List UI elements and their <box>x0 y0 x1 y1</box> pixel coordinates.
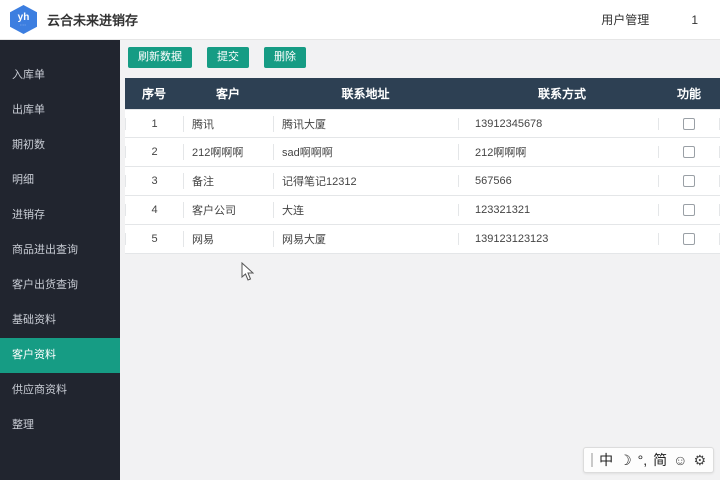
cell-phone: 13912345678 <box>458 118 658 130</box>
app-logo-icon: yh ::: <box>10 5 37 34</box>
sidebar-item-organize[interactable]: 整理 <box>0 408 120 443</box>
col-header-phone: 联系方式 <box>458 85 658 102</box>
sidebar-item-basic-data[interactable]: 基础资料 <box>0 303 120 338</box>
logo-text: yh <box>18 13 30 23</box>
sidebar-nav: 入库单 出库单 期初数 明细 进销存 商品进出查询 客户出货查询 基础资料 客户… <box>0 40 120 480</box>
table-row: 3 备注 记得笔记12312 567566 <box>125 167 720 196</box>
cell-address: 记得笔记12312 <box>273 173 458 189</box>
smiley-icon[interactable]: ☺ <box>673 453 687 467</box>
moon-icon[interactable]: ☽ <box>619 453 632 467</box>
table-row: 1 腾讯 腾讯大厦 13912345678 <box>125 109 720 138</box>
row-select-checkbox[interactable] <box>683 233 695 245</box>
app-title: 云合未来进销存 <box>47 10 138 29</box>
col-header-function: 功能 <box>658 85 720 102</box>
cell-address: 网易大厦 <box>273 231 458 247</box>
brand: yh ::: 云合未来进销存 <box>10 5 138 34</box>
col-header-seq: 序号 <box>125 85 183 102</box>
cell-phone: 139123123123 <box>458 233 658 245</box>
refresh-data-button[interactable]: 刷新数据 <box>128 47 192 68</box>
row-select-checkbox[interactable] <box>683 204 695 216</box>
row-select-checkbox[interactable] <box>683 175 695 187</box>
cell-seq: 3 <box>125 175 183 187</box>
sidebar-item-customer-data[interactable]: 客户资料 <box>0 338 120 373</box>
sidebar-item-supplier-data[interactable]: 供应商资料 <box>0 373 120 408</box>
sidebar-item-opening-balance[interactable]: 期初数 <box>0 128 120 163</box>
cell-address: sad啊啊啊 <box>273 144 458 160</box>
gear-icon[interactable]: ⚙ <box>693 453 706 467</box>
delete-button[interactable]: 删除 <box>264 47 306 68</box>
customer-table: 序号 客户 联系地址 联系方式 功能 1 腾讯 腾讯大厦 13912345678… <box>125 78 720 254</box>
sidebar-item-details[interactable]: 明细 <box>0 163 120 198</box>
submit-button[interactable]: 提交 <box>207 47 249 68</box>
toolbar: 刷新数据 提交 删除 <box>128 47 720 68</box>
row-select-checkbox[interactable] <box>683 146 695 158</box>
table-header-row: 序号 客户 联系地址 联系方式 功能 <box>125 78 720 109</box>
ime-language-mode[interactable]: 中 <box>599 453 613 467</box>
main-content: 刷新数据 提交 删除 序号 客户 联系地址 联系方式 功能 1 腾讯 腾讯大厦 … <box>120 40 720 480</box>
user-count[interactable]: 1 <box>691 13 698 27</box>
top-header: yh ::: 云合未来进销存 用户管理 1 <box>0 0 720 40</box>
ime-charset-mode[interactable]: 简 <box>653 453 667 467</box>
table-row: 4 客户公司 大连 123321321 <box>125 196 720 225</box>
cell-address: 大连 <box>273 202 458 218</box>
cell-phone: 212啊啊啊 <box>458 144 658 160</box>
user-management-link[interactable]: 用户管理 <box>601 11 649 28</box>
table-body: 1 腾讯 腾讯大厦 13912345678 2 212啊啊啊 sad啊啊啊 21… <box>125 109 720 254</box>
sidebar-item-customer-shipment-query[interactable]: 客户出货查询 <box>0 268 120 303</box>
col-header-customer: 客户 <box>183 85 273 102</box>
cell-phone: 567566 <box>458 175 658 187</box>
cell-customer: 客户公司 <box>183 202 273 218</box>
sidebar-item-inbound-order[interactable]: 入库单 <box>0 58 120 93</box>
cell-phone: 123321321 <box>458 204 658 216</box>
cell-customer: 备注 <box>183 173 273 189</box>
table-row: 5 网易 网易大厦 139123123123 <box>125 225 720 254</box>
ime-caret <box>591 453 593 467</box>
sidebar-item-product-in-out-query[interactable]: 商品进出查询 <box>0 233 120 268</box>
sidebar-item-inventory[interactable]: 进销存 <box>0 198 120 233</box>
ime-toolbar: 中 ☽ °, 简 ☺ ⚙ <box>583 447 714 473</box>
cell-seq: 1 <box>125 118 183 130</box>
cell-seq: 4 <box>125 204 183 216</box>
cell-seq: 2 <box>125 146 183 158</box>
ime-punctuation-mode[interactable]: °, <box>638 453 648 467</box>
cell-customer: 212啊啊啊 <box>183 144 273 160</box>
col-header-address: 联系地址 <box>273 85 458 102</box>
cell-address: 腾讯大厦 <box>273 116 458 132</box>
cell-customer: 网易 <box>183 231 273 247</box>
logo-subtext: ::: <box>20 23 26 27</box>
cell-customer: 腾讯 <box>183 116 273 132</box>
row-select-checkbox[interactable] <box>683 118 695 130</box>
table-row: 2 212啊啊啊 sad啊啊啊 212啊啊啊 <box>125 138 720 167</box>
sidebar-item-outbound-order[interactable]: 出库单 <box>0 93 120 128</box>
cell-seq: 5 <box>125 233 183 245</box>
